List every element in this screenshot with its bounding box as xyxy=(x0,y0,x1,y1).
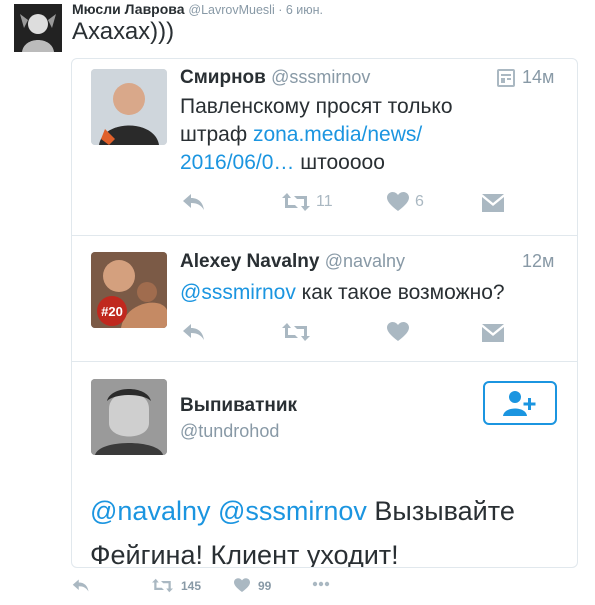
avatar[interactable] xyxy=(14,4,62,52)
media-icon xyxy=(497,69,515,92)
like-button[interactable]: 6 xyxy=(387,192,424,212)
reply-button[interactable] xyxy=(72,578,90,593)
retweet-button[interactable] xyxy=(282,322,310,342)
mention-link[interactable]: @navalny xyxy=(90,496,210,526)
heart-icon xyxy=(234,578,250,593)
retweet-icon xyxy=(282,193,310,211)
tweet-time[interactable]: 12м xyxy=(522,251,554,272)
tweet-text: Павленскому просят только штраф zona.med… xyxy=(180,93,470,177)
more-button[interactable] xyxy=(312,581,330,587)
like-count: 6 xyxy=(415,193,424,210)
author-handle[interactable]: @sssmirnov xyxy=(271,67,370,87)
author-name[interactable]: Смирнов xyxy=(180,67,266,88)
heart-icon xyxy=(387,322,409,341)
user-name[interactable]: Выпиватник xyxy=(180,395,297,417)
tweet-author: Смирнов @sssmirnov xyxy=(180,67,370,89)
tweet-text-part: как такое возможно? xyxy=(295,281,505,304)
tweet-text: @sssmirnov как такое возможно? xyxy=(180,279,560,307)
retweet-count: 11 xyxy=(316,193,333,210)
tweet-time[interactable]: 6 июн. xyxy=(286,3,323,17)
retweet-button[interactable]: 11 xyxy=(282,192,333,212)
author-handle[interactable]: @LavrovMuesli xyxy=(188,3,274,17)
reply-icon xyxy=(72,579,89,592)
tweet-time[interactable]: 14м xyxy=(522,67,554,88)
rank-badge: #20 xyxy=(97,296,127,326)
reply-icon xyxy=(183,194,204,210)
like-count: 99 xyxy=(258,578,272,593)
like-button[interactable]: 99 xyxy=(234,578,271,593)
dm-button[interactable] xyxy=(482,194,504,212)
tweet-author: Alexey Navalny @navalny xyxy=(180,251,405,273)
reply-button[interactable] xyxy=(182,322,206,342)
follow-button[interactable] xyxy=(483,381,557,425)
avatar[interactable] xyxy=(91,69,167,145)
dm-button[interactable] xyxy=(482,324,504,342)
reply-button[interactable] xyxy=(182,192,206,212)
user-handle[interactable]: @tundrohod xyxy=(180,421,279,442)
divider xyxy=(72,361,577,362)
avatar[interactable]: #20 xyxy=(91,252,167,328)
heart-icon xyxy=(387,192,409,211)
author-name[interactable]: Alexey Navalny xyxy=(180,251,319,272)
envelope-icon xyxy=(482,324,504,342)
quoted-card[interactable]: Смирнов @sssmirnov 14м Павленскому прося… xyxy=(71,58,578,568)
like-button[interactable] xyxy=(387,322,409,342)
retweet-icon xyxy=(282,323,310,341)
author-name[interactable]: Мюсли Лаврова xyxy=(72,1,185,17)
more-icon xyxy=(312,581,330,587)
retweet-icon xyxy=(152,578,173,593)
mention-link[interactable]: @sssmirnov xyxy=(180,281,296,304)
reply-icon xyxy=(183,324,204,340)
avatar[interactable] xyxy=(91,379,167,455)
quoted-tweet-text: @navalny @sssmirnov Вызывайте Фейгина! К… xyxy=(90,489,570,567)
author-line: Мюсли Лаврова @LavrovMuesli · 6 июн. xyxy=(72,1,323,17)
mention-link[interactable]: @sssmirnov xyxy=(218,496,367,526)
retweet-button[interactable]: 145 xyxy=(152,578,201,593)
separator-dot: · xyxy=(274,3,286,17)
envelope-icon xyxy=(482,194,504,212)
author-handle[interactable]: @navalny xyxy=(325,251,405,271)
tweet-text-part: штооооо xyxy=(294,151,385,174)
retweet-count: 145 xyxy=(181,578,202,593)
divider xyxy=(72,235,577,236)
add-user-icon xyxy=(503,391,536,416)
tweet-text: Ахахах))) xyxy=(72,18,175,45)
